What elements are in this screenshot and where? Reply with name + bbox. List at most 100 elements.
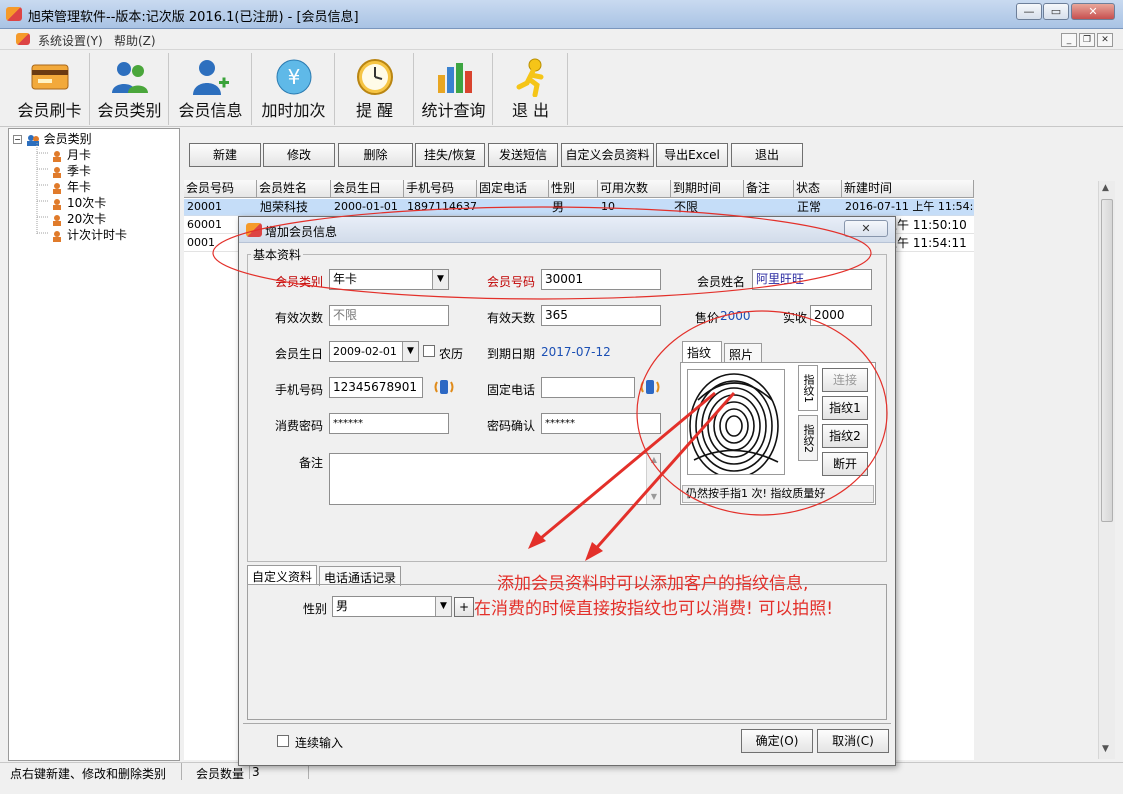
valid-times-label: 有效次数 bbox=[275, 311, 324, 325]
member-name-input[interactable]: 阿里旺旺 bbox=[752, 269, 872, 290]
tab-fingerprint[interactable]: 指纹 bbox=[682, 341, 722, 363]
fingerprint1-button[interactable]: 指纹1 bbox=[822, 396, 868, 420]
annotation-text-line1: 添加会员资料时可以添加客户的指纹信息, bbox=[497, 574, 809, 594]
column-header[interactable]: 性别 bbox=[549, 180, 598, 198]
valid-times-input[interactable]: 不限 bbox=[329, 305, 449, 326]
gender-select[interactable]: 男 ▼ bbox=[332, 596, 452, 617]
scroll-thumb[interactable] bbox=[1101, 199, 1113, 522]
column-header[interactable]: 会员号码 bbox=[184, 180, 257, 198]
tab-call-records[interactable]: 电话通话记录 bbox=[319, 566, 401, 586]
tree-lines bbox=[36, 143, 49, 234]
column-header[interactable]: 手机号码 bbox=[404, 180, 477, 198]
column-header[interactable]: 会员生日 bbox=[331, 180, 404, 198]
mobile-input[interactable]: 12345678901 bbox=[329, 377, 423, 398]
toolbar-statistics-button[interactable]: 统计查询 bbox=[415, 53, 493, 125]
birthday-picker[interactable]: 2009-02-01 ▼ bbox=[329, 341, 419, 362]
grid-scrollbar[interactable]: ▲ ▼ bbox=[1098, 181, 1115, 759]
annotation-text-line2: 在消费的时候直接按指纹也可以消费! 可以拍照! bbox=[474, 599, 834, 619]
cell-member-no: 20001 bbox=[187, 200, 222, 213]
footer-divider bbox=[243, 723, 891, 724]
new-button[interactable]: 新建 bbox=[189, 143, 261, 167]
scroll-down-icon[interactable]: ▼ bbox=[1102, 744, 1109, 754]
toolbar-exit-button[interactable]: 退 出 bbox=[494, 53, 568, 125]
toolbar-card-swipe-button[interactable]: 会员刷卡 bbox=[10, 53, 90, 125]
toolbar-label: 会员刷卡 bbox=[17, 101, 82, 120]
scroll-up-icon[interactable]: ▲ bbox=[651, 455, 657, 464]
tree-item-label: 年卡 bbox=[67, 180, 92, 194]
password-input[interactable]: ****** bbox=[329, 413, 449, 434]
toolbar-member-info-button[interactable]: 会员信息 bbox=[170, 53, 252, 125]
users-icon bbox=[111, 62, 148, 93]
column-header[interactable]: 到期时间 bbox=[671, 180, 744, 198]
toolbar-add-time-button[interactable]: ¥ 加时加次 bbox=[253, 53, 335, 125]
column-header[interactable]: 备注 bbox=[744, 180, 794, 198]
disconnect-button[interactable]: 断开 bbox=[822, 452, 868, 476]
scroll-down-icon[interactable]: ▼ bbox=[651, 492, 657, 501]
tree-item-label: 10次卡 bbox=[67, 196, 107, 210]
cell-birthday: 2000-01-01 bbox=[334, 200, 398, 213]
menu-help[interactable]: 帮助(Z) bbox=[114, 32, 156, 49]
member-type-select[interactable]: 年卡 ▼ bbox=[329, 269, 449, 290]
dialog-close-button[interactable]: ✕ bbox=[844, 220, 888, 237]
toolbar-reminder-button[interactable]: 提 醒 bbox=[336, 53, 414, 125]
password-confirm-input[interactable]: ****** bbox=[541, 413, 661, 434]
menu-system-settings[interactable]: 系统设置(Y) bbox=[38, 32, 103, 49]
column-header[interactable]: 会员姓名 bbox=[257, 180, 331, 198]
tab-photo[interactable]: 照片 bbox=[724, 343, 762, 363]
column-header[interactable]: 状态 bbox=[794, 180, 842, 198]
remark-textarea[interactable]: ▲ ▼ bbox=[329, 453, 661, 505]
scroll-up-icon[interactable]: ▲ bbox=[1102, 183, 1109, 193]
paid-input[interactable]: 2000 bbox=[810, 305, 872, 326]
mdi-minimize-button[interactable]: _ bbox=[1061, 33, 1077, 47]
mdi-close-button[interactable]: ✕ bbox=[1097, 33, 1113, 47]
exit-button[interactable]: 退出 bbox=[731, 143, 803, 167]
tab-custom-fields[interactable]: 自定义资料 bbox=[247, 565, 317, 585]
ok-button[interactable]: 确定(O) bbox=[741, 729, 813, 753]
gender-label: 性别 bbox=[303, 602, 328, 616]
mdi-restore-button[interactable]: ❐ bbox=[1079, 33, 1095, 47]
chevron-down-icon[interactable]: ▼ bbox=[432, 270, 448, 289]
password-label: 消费密码 bbox=[275, 419, 324, 433]
maximize-button[interactable]: ▭ bbox=[1043, 3, 1069, 20]
phone-call-icon[interactable] bbox=[433, 378, 455, 396]
status-bar: 点右键新建、修改和删除类别 会员数量 3 bbox=[0, 762, 1123, 794]
app-icon bbox=[6, 7, 22, 21]
toolbar-member-type-button[interactable]: 会员类别 bbox=[91, 53, 169, 125]
main-toolbar: 会员刷卡 会员类别 会员信息 ¥ 加时加次 提 醒 统计查询 退 出 bbox=[0, 51, 1123, 127]
fingerprint2-button[interactable]: 指纹2 bbox=[822, 424, 868, 448]
toolbar-label: 退 出 bbox=[511, 101, 550, 120]
member-no-input[interactable]: 30001 bbox=[541, 269, 661, 290]
delete-button[interactable]: 删除 bbox=[338, 143, 413, 167]
tree-item-label: 计次计时卡 bbox=[67, 228, 128, 242]
add-member-dialog: 增加会员信息 ✕ 基本资料 会员类别 年卡 ▼ 会员号码 30001 会员姓名 … bbox=[238, 216, 896, 766]
export-excel-button[interactable]: 导出Excel bbox=[656, 143, 728, 167]
custom-fields-button[interactable]: 自定义会员资料 bbox=[561, 143, 654, 167]
phone-input[interactable] bbox=[541, 377, 635, 398]
minimize-button[interactable]: — bbox=[1016, 3, 1042, 20]
column-header[interactable]: 新建时间 bbox=[842, 180, 974, 198]
cancel-button[interactable]: 取消(C) bbox=[817, 729, 889, 753]
vtab-fingerprint-2[interactable]: 指纹2 bbox=[798, 415, 818, 461]
edit-button[interactable]: 修改 bbox=[263, 143, 335, 167]
connect-button[interactable]: 连接 bbox=[822, 368, 868, 392]
valid-days-label: 有效天数 bbox=[487, 311, 536, 325]
column-header[interactable]: 固定电话 bbox=[477, 180, 549, 198]
window-titlebar: 旭荣管理软件--版本:记次版 2016.1(已注册) - [会员信息] — ▭ … bbox=[0, 0, 1123, 29]
vtab-fingerprint-1[interactable]: 指纹1 bbox=[798, 365, 818, 411]
running-man-icon bbox=[516, 58, 543, 97]
valid-days-input[interactable]: 365 bbox=[541, 305, 661, 326]
phone-call-icon[interactable] bbox=[639, 378, 661, 396]
send-sms-button[interactable]: 发送短信 bbox=[488, 143, 558, 167]
lunar-checkbox[interactable] bbox=[423, 345, 435, 357]
column-header[interactable]: 可用次数 bbox=[598, 180, 671, 198]
clock-icon bbox=[356, 59, 393, 95]
chevron-down-icon[interactable]: ▼ bbox=[402, 342, 418, 361]
status-count-value: 3 bbox=[252, 765, 260, 779]
continuous-input-checkbox[interactable] bbox=[277, 735, 289, 747]
chevron-down-icon[interactable]: ▼ bbox=[435, 597, 451, 616]
cell-status: 正常 bbox=[797, 200, 822, 214]
cell-expiry: 不限 bbox=[674, 200, 699, 214]
close-button[interactable]: ✕ bbox=[1071, 3, 1115, 20]
report-loss-button[interactable]: 挂失/恢复 bbox=[415, 143, 485, 167]
add-gender-option-button[interactable]: + bbox=[454, 597, 474, 617]
